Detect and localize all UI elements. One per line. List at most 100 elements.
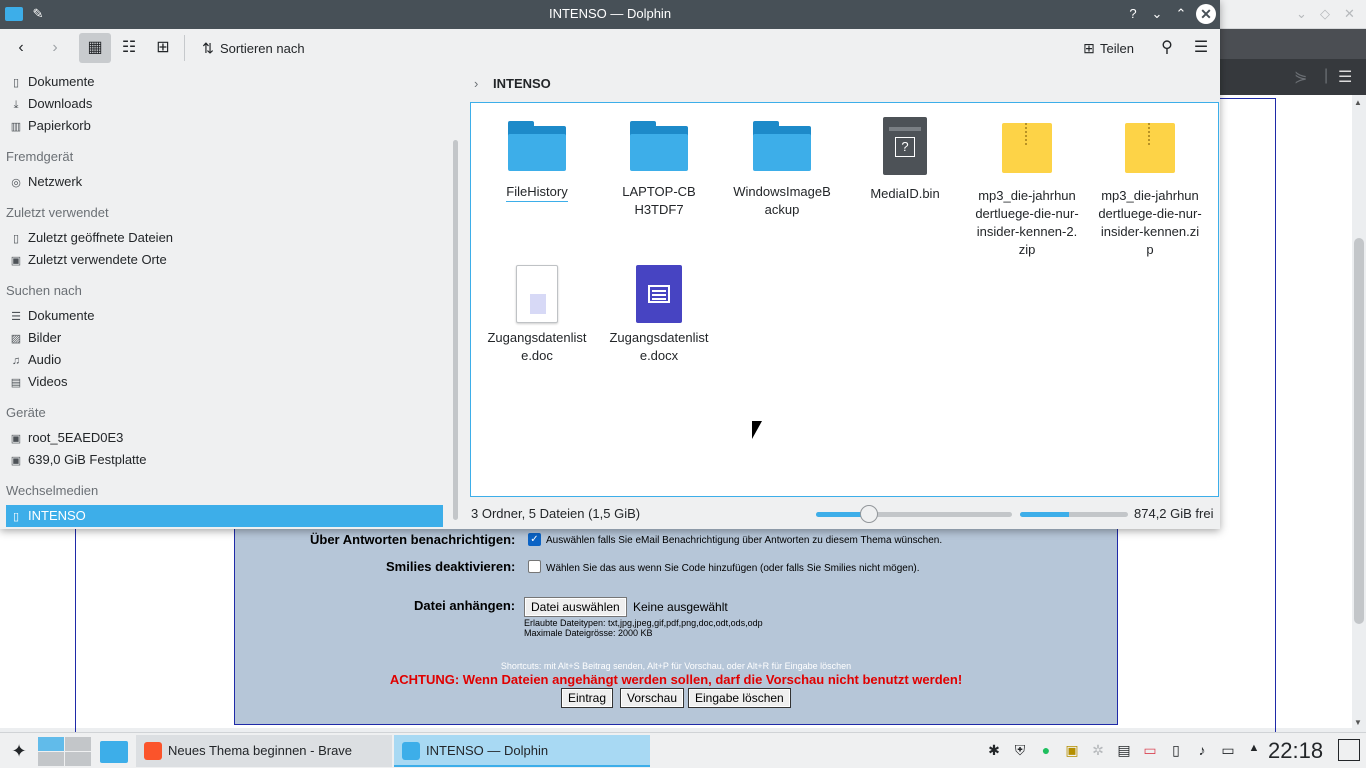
pager[interactable] [38, 735, 92, 767]
sidebar-scrollbar[interactable] [453, 140, 458, 520]
choose-file-button[interactable]: Datei auswählen [524, 597, 627, 617]
zoom-slider-handle[interactable] [859, 505, 878, 523]
file-item[interactable]: WindowsImageBackup [722, 103, 842, 219]
file-item[interactable]: Zugangsdatenliste.docx [599, 251, 719, 365]
browser-titlebar: ⌄ ◇ ✕ [1220, 0, 1366, 29]
sidebar-item-label: Zuletzt verwendete Orte [28, 252, 167, 267]
smilies-label: Smilies deaktivieren: [386, 559, 516, 574]
minimize-icon[interactable]: ⌄ [1148, 5, 1166, 23]
notify-checkbox[interactable]: ✓ [528, 533, 541, 546]
volume-icon[interactable]: ♪ [1193, 742, 1211, 758]
submit-button[interactable]: Eintrag [561, 688, 614, 708]
file-name: WindowsImageBackup [733, 184, 831, 217]
file-name: Zugangsdatenliste.doc [487, 330, 587, 363]
file-item[interactable]: mp3_die-jahrhundertluege-die-nur-insider… [1090, 103, 1210, 259]
attach-label: Datei anhängen: [414, 598, 516, 613]
compact-view-icon[interactable]: ☷ [114, 33, 144, 63]
task-label: Neues Thema beginnen - Brave [168, 743, 353, 758]
sort-button[interactable]: ⇅ Sortieren nach [196, 33, 320, 63]
sidebar-item-papierkorb[interactable]: ▥ Papierkorb [6, 115, 443, 137]
sidebar-item-downloads[interactable]: ⤓ Downloads [6, 93, 443, 115]
chevron-right-icon[interactable]: › [474, 72, 478, 96]
notify-text: Auswählen falls Sie eMail Benachrichtigu… [546, 535, 943, 546]
close-icon[interactable]: ✕ [1196, 4, 1216, 24]
help-icon[interactable]: ? [1124, 5, 1142, 23]
close-icon[interactable]: ✕ [1344, 6, 1355, 22]
maximize-icon[interactable]: ◇ [1320, 6, 1330, 22]
sidebar-item-bilder[interactable]: ▨ Bilder [6, 327, 443, 349]
sort-icon: ⇅ [202, 40, 214, 56]
preview-button[interactable]: Vorschau [620, 688, 685, 708]
file-item[interactable]: LAPTOP-CBH3TDF7 [599, 103, 719, 219]
details-view-icon[interactable]: ⊞ [148, 33, 178, 63]
network-tray-icon[interactable]: ▭ [1219, 742, 1237, 759]
sidebar-item-festplatte[interactable]: ▣ 639,0 GiB Festplatte [6, 449, 443, 471]
file-view[interactable]: FileHistory LAPTOP-CBH3TDF7 WindowsImage… [470, 102, 1219, 497]
word-document-icon [636, 265, 682, 323]
recent-files-icon: ▯ [12, 233, 20, 245]
sidebar-item-audio[interactable]: ♫ Audio [6, 349, 443, 371]
back-icon[interactable]: ‹ [8, 33, 34, 63]
file-item[interactable]: mp3_die-jahrhundertluege-die-nur-insider… [967, 103, 1087, 259]
sidebar-item-root[interactable]: ▣ root_5EAED0E3 [6, 427, 443, 449]
expand-tray-icon[interactable]: ▲ [1245, 742, 1263, 754]
scroll-up-icon[interactable]: ▲ [1354, 98, 1362, 107]
sidebar-item-intenso[interactable]: ▯ INTENSO [6, 505, 443, 527]
browser-menu-icon[interactable]: ☰ [1338, 67, 1352, 87]
connect-icon[interactable]: ✲ [1089, 742, 1107, 759]
sidebar-item-videos[interactable]: ▤ Videos [6, 371, 443, 393]
zip-archive-icon [1002, 123, 1052, 173]
browser-scroll-thumb[interactable] [1354, 238, 1364, 624]
icons-view-icon[interactable]: ▦ [79, 33, 111, 63]
sidebar-item-netzwerk[interactable]: ◎ Netzwerk [6, 171, 443, 193]
download-icon: ⤓ [13, 99, 19, 111]
file-item[interactable]: Zugangsdatenliste.doc [477, 251, 597, 365]
forward-icon[interactable]: › [42, 33, 68, 63]
sidebar-item-recent-places[interactable]: ▣ Zuletzt verwendete Orte [6, 249, 443, 271]
notes-icon[interactable]: ▤ [1115, 742, 1133, 759]
bluetooth-icon[interactable]: ✱ [985, 742, 1003, 759]
smilies-text: Wählen Sie das aus wenn Sie Code hinzufü… [546, 563, 920, 574]
clock[interactable]: 22:18 [1268, 737, 1323, 765]
status-bar: 3 Ordner, 5 Dateien (1,5 GiB) 874,2 GiB … [470, 502, 1218, 526]
window-titlebar[interactable]: ✎ INTENSO — Dolphin ? ⌄ ⌃ ✕ [0, 0, 1220, 29]
dolphin-launcher-icon[interactable] [98, 735, 130, 767]
share-button[interactable]: ⊞ Teilen [1078, 33, 1146, 63]
clipboard-icon[interactable]: ▣ [1063, 742, 1081, 759]
minimize-icon[interactable]: ⌄ [1296, 6, 1307, 22]
menu-icon[interactable]: ☰ [1188, 33, 1214, 63]
task-dolphin[interactable]: INTENSO — Dolphin [394, 735, 650, 767]
file-name: MediaID.bin [870, 186, 940, 201]
section-header-devices: Geräte [6, 405, 46, 420]
section-header-search: Suchen nach [6, 283, 82, 298]
notify-label: Über Antworten benachrichtigen: [310, 532, 516, 547]
maximize-icon[interactable]: ⌃ [1172, 5, 1190, 23]
sidebar-item-search-dokumente[interactable]: ☰ Dokumente [6, 305, 443, 327]
file-item[interactable]: FileHistory [477, 103, 597, 202]
app-launcher-icon[interactable]: ✦ [6, 735, 32, 767]
ghost-icon[interactable]: ● [1037, 742, 1055, 758]
sidebar-item-recent-files[interactable]: ▯ Zuletzt geöffnete Dateien [6, 227, 443, 249]
sidebar-item-label: Bilder [28, 330, 62, 345]
usb-icon[interactable]: ▯ [1167, 742, 1185, 759]
smilies-checkbox[interactable] [528, 560, 541, 573]
audio-icon: ♫ [11, 355, 21, 367]
sidebar-item-label: root_5EAED0E3 [28, 430, 124, 445]
search-icon[interactable]: ⚲ [1154, 33, 1180, 63]
scroll-down-icon[interactable]: ▼ [1354, 718, 1362, 727]
breadcrumb-current[interactable]: INTENSO [493, 72, 551, 96]
extensions-icon[interactable]: ⋟ [1294, 67, 1307, 87]
sidebar-item-label: Videos [28, 374, 68, 389]
clear-button[interactable]: Eingabe löschen [688, 688, 791, 708]
file-item[interactable]: ? MediaID.bin [845, 103, 965, 203]
usb-drive-icon: ▯ [12, 511, 20, 523]
security-shield-icon[interactable]: ⛨ [1011, 742, 1029, 759]
show-desktop-icon[interactable] [1338, 739, 1360, 761]
sidebar-item-dokumente[interactable]: ▯ Dokumente [6, 71, 443, 93]
zoom-slider[interactable] [816, 505, 1012, 523]
battery-icon[interactable]: ▭ [1141, 742, 1159, 759]
task-brave[interactable]: Neues Thema beginnen - Brave [136, 735, 392, 767]
taskbar: ✦ Neues Thema beginnen - Brave INTENSO —… [0, 732, 1366, 768]
free-space-text: 874,2 GiB frei [1134, 506, 1214, 521]
recent-places-icon: ▣ [10, 255, 22, 267]
